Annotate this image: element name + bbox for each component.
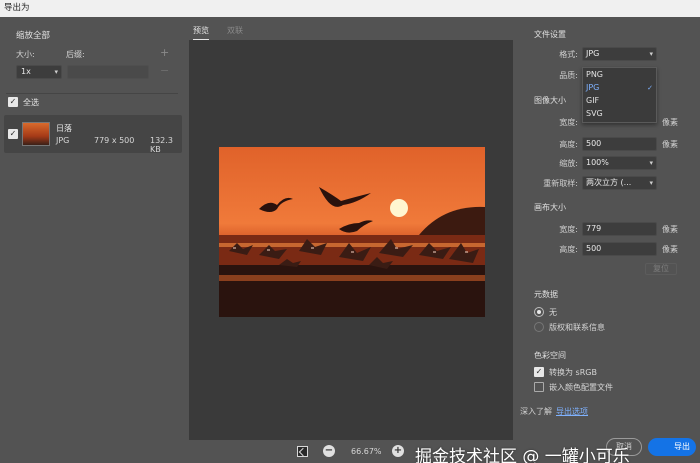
- canvas-height-label: 高度:: [559, 245, 578, 254]
- learn-more-link[interactable]: 导出选项: [556, 406, 588, 417]
- export-button[interactable]: 导出: [648, 438, 696, 456]
- convert-srgb-checkbox[interactable]: ✓: [534, 367, 544, 377]
- scale-select-value: 100%: [586, 158, 609, 167]
- watermark-text: 掘金技术社区 @ 一罐小可乐: [415, 447, 630, 463]
- scale-label: 缩放:: [559, 159, 578, 168]
- resample-select[interactable]: 两次立方 (... ▾: [582, 176, 657, 190]
- asset-row[interactable]: ✓ 日落 JPG 779 x 500 132.3 KB: [4, 115, 182, 154]
- export-dialog: 缩放全部 大小: 后缀: + 1x ▾ − ✓ 全选 ✓ 日落 JPG 779 …: [0, 17, 700, 463]
- scale-all-heading: 缩放全部: [16, 31, 51, 41]
- file-settings-heading: 文件设置: [534, 30, 566, 39]
- format-option-png[interactable]: PNG: [586, 70, 603, 79]
- canvas-width-input[interactable]: 779: [582, 222, 657, 236]
- add-scale-icon[interactable]: +: [160, 46, 169, 59]
- image-width-label: 宽度:: [559, 118, 578, 127]
- size-select-value: 1x: [21, 67, 31, 76]
- fit-to-screen-icon[interactable]: [297, 446, 308, 457]
- size-label: 大小:: [16, 50, 35, 59]
- zoom-level: 66.67%: [351, 447, 382, 456]
- scale-select[interactable]: 100% ▾: [582, 156, 657, 170]
- embed-profile-label: 嵌入颜色配置文件: [549, 383, 613, 392]
- format-label: 格式:: [559, 50, 578, 59]
- asset-filesize: 132.3 KB: [150, 136, 173, 154]
- asset-format: JPG: [56, 136, 70, 145]
- color-space-heading: 色彩空间: [534, 351, 566, 360]
- window-title: 导出为: [4, 3, 30, 13]
- reset-button[interactable]: 复位: [645, 263, 677, 275]
- resample-label: 重新取样:: [543, 179, 578, 188]
- chevron-down-icon: ▾: [54, 68, 58, 76]
- metadata-copyright-radio[interactable]: [534, 322, 544, 332]
- asset-name: 日落: [56, 124, 72, 133]
- tab-2-up[interactable]: 双联: [227, 25, 243, 36]
- format-option-jpg[interactable]: JPG: [586, 83, 599, 92]
- sunset-photo: [219, 147, 485, 317]
- suffix-label: 后缀:: [66, 50, 85, 59]
- right-panel: 文件设置 格式: JPG ▾ 品质: 图像大小 PNG JPG ✓ GIF SV…: [520, 17, 700, 463]
- suffix-input[interactable]: [67, 65, 149, 79]
- image-height-value: 500: [586, 139, 602, 148]
- asset-thumbnail: [22, 122, 50, 146]
- metadata-heading: 元数据: [534, 290, 558, 299]
- zoom-out-icon[interactable]: −: [323, 445, 335, 457]
- chevron-down-icon: ▾: [649, 50, 653, 58]
- tab-preview[interactable]: 预览: [193, 25, 209, 40]
- left-panel: 缩放全部 大小: 后缀: + 1x ▾ − ✓ 全选 ✓ 日落 JPG 779 …: [0, 17, 185, 463]
- canvas-width-label: 宽度:: [559, 225, 578, 234]
- canvas-width-unit: 像素: [662, 225, 678, 234]
- canvas-height-input[interactable]: 500: [582, 242, 657, 256]
- image-size-heading: 图像大小: [534, 96, 566, 105]
- metadata-copyright-label: 版权和联系信息: [549, 323, 605, 332]
- preview-canvas[interactable]: [189, 40, 513, 440]
- remove-scale-icon[interactable]: −: [160, 64, 169, 77]
- image-height-input[interactable]: 500: [582, 137, 657, 151]
- sunset-image: [219, 147, 485, 317]
- zoom-in-icon[interactable]: +: [392, 445, 404, 457]
- canvas-size-heading: 画布大小: [534, 203, 566, 212]
- canvas-width-value: 779: [586, 224, 602, 233]
- format-option-gif[interactable]: GIF: [586, 96, 599, 105]
- image-width-unit: 像素: [662, 118, 678, 127]
- format-select[interactable]: JPG ▾: [582, 47, 657, 61]
- format-select-value: JPG: [586, 49, 600, 58]
- embed-profile-checkbox[interactable]: [534, 382, 544, 392]
- metadata-none-label: 无: [549, 308, 557, 317]
- resample-select-value: 两次立方 (...: [586, 178, 632, 187]
- size-select[interactable]: 1x ▾: [16, 65, 62, 79]
- convert-srgb-label: 转换为 sRGB: [549, 368, 597, 377]
- learn-more-text: 深入了解: [520, 407, 552, 416]
- select-all-checkbox[interactable]: ✓: [8, 97, 18, 107]
- image-height-label: 高度:: [559, 140, 578, 149]
- metadata-none-radio[interactable]: [534, 307, 544, 317]
- chevron-down-icon: ▾: [649, 159, 653, 167]
- divider: [6, 93, 178, 94]
- format-dropdown-menu: PNG JPG ✓ GIF SVG: [582, 67, 657, 123]
- asset-dimensions: 779 x 500: [94, 136, 135, 145]
- canvas-height-value: 500: [586, 244, 602, 253]
- format-option-svg[interactable]: SVG: [586, 109, 603, 118]
- canvas-height-unit: 像素: [662, 245, 678, 254]
- image-height-unit: 像素: [662, 140, 678, 149]
- asset-checkbox[interactable]: ✓: [8, 129, 18, 139]
- checkmark-icon: ✓: [647, 84, 653, 92]
- chevron-down-icon: ▾: [649, 179, 653, 187]
- quality-label: 品质:: [559, 71, 578, 80]
- select-all-label: 全选: [23, 98, 39, 107]
- window-titlebar: 导出为: [0, 0, 700, 17]
